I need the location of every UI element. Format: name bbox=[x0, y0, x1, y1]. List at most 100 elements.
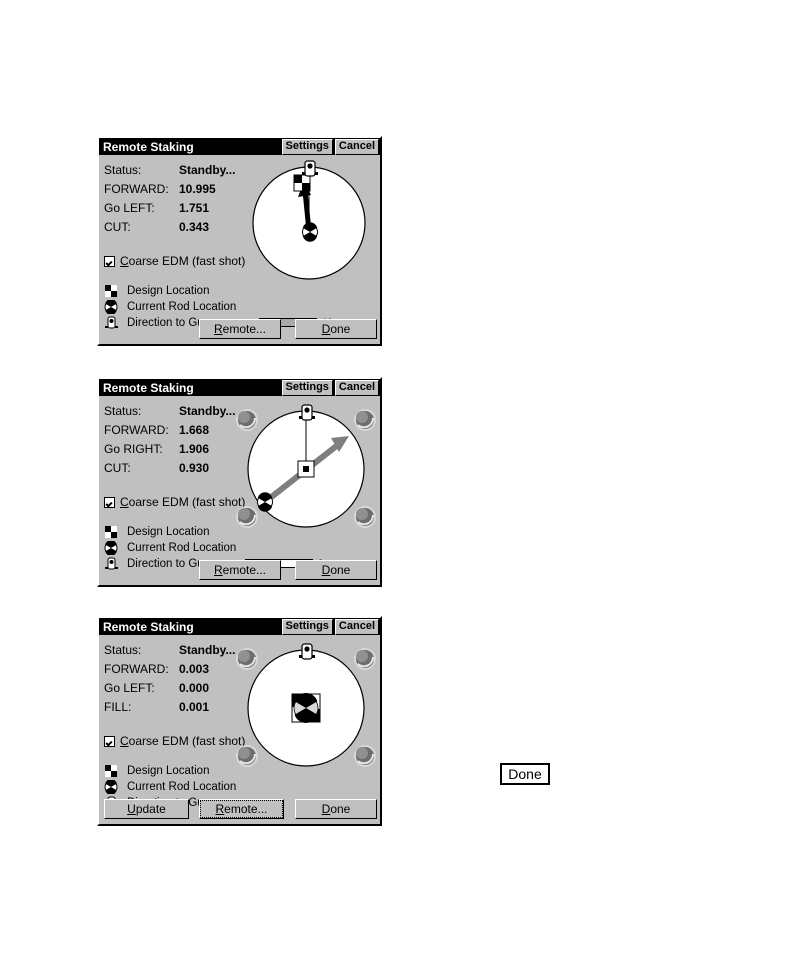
dialog-title: Remote Staking bbox=[103, 380, 194, 395]
readout-row: Go LEFT: 1.751 bbox=[104, 198, 264, 217]
readout-value: 1.751 bbox=[179, 200, 210, 215]
remote-staking-dialog-3: Remote Staking Settings Cancel Status: S… bbox=[97, 616, 382, 826]
remote-button[interactable]: Remote... bbox=[199, 799, 284, 819]
legend-item: Current Rod Location bbox=[104, 299, 236, 315]
remote-staking-dialog-2: Remote Staking Settings Cancel Status: S… bbox=[97, 377, 382, 587]
coarse-edm-checkbox-row[interactable]: Coarse EDM (fast shot) bbox=[104, 734, 245, 748]
staking-graphic bbox=[233, 400, 379, 545]
settings-button[interactable]: Settings bbox=[281, 138, 333, 155]
settings-button[interactable]: Settings bbox=[281, 618, 333, 635]
button-row: Remote... Done bbox=[99, 560, 380, 580]
readout-value: Standby... bbox=[179, 162, 236, 177]
accel-char: C bbox=[120, 495, 129, 509]
label-rest: oarse EDM (fast shot) bbox=[128, 254, 246, 268]
accel-char: D bbox=[321, 802, 331, 816]
readout-list: Status: Standby... FORWARD: 10.995 Go LE… bbox=[104, 160, 264, 236]
legend-label: Design Location bbox=[127, 526, 210, 538]
done-button[interactable]: Done bbox=[295, 799, 377, 819]
legend-item: Design Location bbox=[104, 763, 236, 779]
dialog-title: Remote Staking bbox=[103, 619, 194, 634]
readout-label: FORWARD: bbox=[104, 422, 169, 437]
readout-label: Status: bbox=[104, 162, 142, 177]
coarse-edm-checkbox-row[interactable]: Coarse EDM (fast shot) bbox=[104, 495, 245, 509]
design-location-icon bbox=[104, 284, 120, 298]
cancel-button[interactable]: Cancel bbox=[334, 379, 379, 396]
accel-char: R bbox=[213, 322, 223, 336]
dialog-title: Remote Staking bbox=[103, 139, 194, 154]
update-button[interactable]: Update bbox=[104, 799, 189, 819]
coarse-edm-label: Coarse EDM (fast shot) bbox=[120, 495, 245, 509]
standalone-done-button[interactable]: Done bbox=[500, 763, 550, 785]
coarse-edm-checkbox[interactable] bbox=[104, 496, 115, 508]
readout-label: Go LEFT: bbox=[104, 200, 155, 215]
coarse-edm-checkbox[interactable] bbox=[104, 255, 115, 267]
design-location-icon bbox=[104, 525, 120, 539]
cancel-button[interactable]: Cancel bbox=[334, 138, 379, 155]
dialog-body: Status: Standby... FORWARD: 1.668 Go RIG… bbox=[99, 396, 380, 585]
dialog-body: Status: Standby... FORWARD: 0.003 Go LEF… bbox=[99, 635, 380, 824]
staking-graphic bbox=[233, 639, 379, 784]
update-button-inner: Update bbox=[105, 800, 188, 818]
readout-value: 0.000 bbox=[179, 680, 210, 695]
label-rest: oarse EDM (fast shot) bbox=[128, 495, 246, 509]
readout-row: FORWARD: 10.995 bbox=[104, 179, 264, 198]
readout-label: Go RIGHT: bbox=[104, 441, 163, 456]
accel-char: C bbox=[120, 254, 129, 268]
readout-label: FORWARD: bbox=[104, 661, 169, 676]
accel-char: U bbox=[127, 802, 136, 816]
dialog-body: Status: Standby... FORWARD: 10.995 Go LE… bbox=[99, 155, 380, 344]
remote-button-inner: Remote... bbox=[200, 320, 280, 338]
cancel-button[interactable]: Cancel bbox=[334, 618, 379, 635]
done-button[interactable]: Done bbox=[295, 560, 377, 580]
legend-label: Current Rod Location bbox=[127, 542, 237, 554]
readout-value: 0.930 bbox=[179, 460, 210, 475]
button-row: Update Remote... Done bbox=[99, 799, 380, 819]
coarse-edm-checkbox[interactable] bbox=[104, 735, 115, 747]
readout-value: Standby... bbox=[179, 642, 236, 657]
remote-button[interactable]: Remote... bbox=[199, 319, 281, 339]
remote-staking-dialog-1: Remote Staking Settings Cancel Status: S… bbox=[97, 136, 382, 346]
readout-label: Status: bbox=[104, 403, 142, 418]
readout-label: CUT: bbox=[104, 460, 131, 475]
readout-value: Standby... bbox=[179, 403, 236, 418]
readout-label: FILL: bbox=[104, 699, 132, 714]
remote-button-inner: Remote... bbox=[200, 800, 283, 818]
remote-button[interactable]: Remote... bbox=[199, 560, 281, 580]
label-rest: emote... bbox=[224, 802, 268, 816]
readout-value: 1.906 bbox=[179, 441, 210, 456]
accel-char: R bbox=[213, 563, 223, 577]
title-bar: Remote Staking Settings Cancel bbox=[99, 138, 380, 155]
legend-label: Current Rod Location bbox=[127, 301, 237, 313]
readout-row: Status: Standby... bbox=[104, 160, 264, 179]
label-rest: emote... bbox=[222, 563, 267, 577]
readout-value: 0.003 bbox=[179, 661, 210, 676]
readout-value: 10.995 bbox=[179, 181, 216, 196]
accel-char: D bbox=[321, 322, 331, 336]
label-rest: emote... bbox=[222, 322, 267, 336]
label-rest: one bbox=[330, 563, 351, 577]
readout-value: 0.343 bbox=[179, 219, 210, 234]
remote-button-inner: Remote... bbox=[200, 561, 280, 579]
done-button-inner: Done bbox=[296, 561, 376, 579]
done-button-inner: Done bbox=[296, 800, 376, 818]
done-button[interactable]: Done bbox=[295, 319, 377, 339]
accel-char: D bbox=[321, 563, 331, 577]
readout-row: CUT: 0.343 bbox=[104, 217, 264, 236]
current-rod-location-icon bbox=[104, 299, 120, 315]
staking-graphic bbox=[247, 157, 377, 297]
accel-char: C bbox=[120, 734, 129, 748]
label-rest: pdate bbox=[135, 802, 166, 816]
readout-label: Go LEFT: bbox=[104, 680, 155, 695]
legend-item: Design Location bbox=[104, 524, 236, 540]
coarse-edm-label: Coarse EDM (fast shot) bbox=[120, 734, 245, 748]
legend-label: Design Location bbox=[127, 765, 210, 777]
current-rod-location-icon bbox=[104, 540, 120, 556]
accel-char: R bbox=[215, 802, 225, 816]
current-rod-location-icon bbox=[104, 779, 120, 795]
readout-label: Status: bbox=[104, 642, 142, 657]
readout-value: 0.001 bbox=[179, 699, 210, 714]
settings-button[interactable]: Settings bbox=[281, 379, 333, 396]
title-bar: Remote Staking Settings Cancel bbox=[99, 618, 380, 635]
coarse-edm-checkbox-row[interactable]: Coarse EDM (fast shot) bbox=[104, 254, 245, 268]
legend-label: Current Rod Location bbox=[127, 781, 237, 793]
